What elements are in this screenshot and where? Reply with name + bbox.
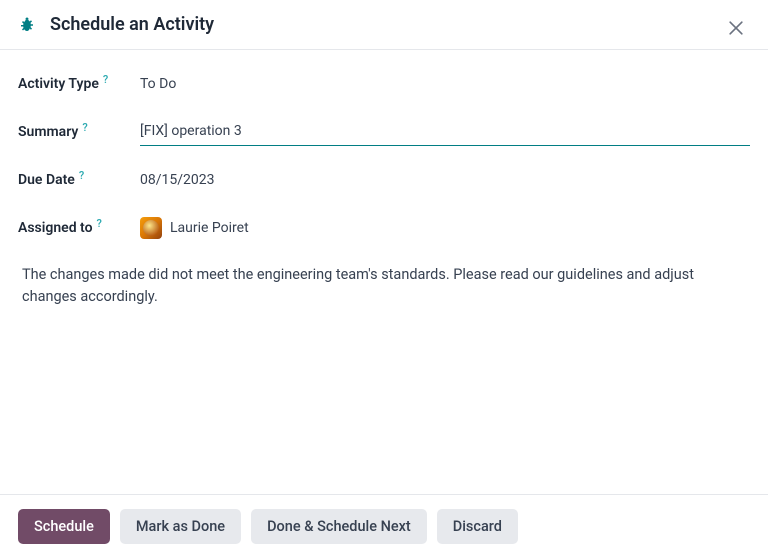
label-text: Activity Type bbox=[18, 76, 99, 92]
avatar bbox=[140, 217, 162, 239]
label-summary: Summary ? bbox=[18, 124, 140, 140]
row-summary: Summary ? bbox=[18, 118, 750, 146]
label-text: Due Date bbox=[18, 172, 75, 188]
help-icon[interactable]: ? bbox=[79, 169, 84, 182]
summary-input[interactable] bbox=[140, 119, 750, 146]
modal-title: Schedule an Activity bbox=[50, 14, 214, 35]
label-text: Summary bbox=[18, 124, 78, 140]
label-assigned-to: Assigned to ? bbox=[18, 220, 140, 236]
help-icon[interactable]: ? bbox=[97, 217, 102, 230]
help-icon[interactable]: ? bbox=[82, 121, 87, 134]
label-due-date: Due Date ? bbox=[18, 172, 140, 188]
modal-footer: Schedule Mark as Done Done & Schedule Ne… bbox=[0, 494, 768, 558]
close-icon bbox=[726, 18, 746, 38]
label-activity-type: Activity Type ? bbox=[18, 76, 140, 92]
schedule-button[interactable]: Schedule bbox=[18, 509, 110, 544]
discard-button[interactable]: Discard bbox=[437, 509, 518, 544]
modal-header: Schedule an Activity bbox=[0, 0, 768, 50]
row-due-date: Due Date ? 08/15/2023 bbox=[18, 166, 750, 194]
close-button[interactable] bbox=[722, 14, 750, 42]
modal-body: Activity Type ? To Do Summary ? Due Date… bbox=[0, 50, 768, 494]
activity-type-field[interactable]: To Do bbox=[140, 76, 750, 92]
due-date-field[interactable]: 08/15/2023 bbox=[140, 172, 750, 188]
assigned-to-field[interactable]: Laurie Poiret bbox=[140, 217, 750, 239]
bug-icon bbox=[18, 16, 36, 34]
schedule-activity-modal: Schedule an Activity Activity Type ? To … bbox=[0, 0, 768, 558]
label-text: Assigned to bbox=[18, 220, 93, 236]
help-icon[interactable]: ? bbox=[103, 73, 108, 86]
activity-description[interactable]: The changes made did not meet the engine… bbox=[18, 262, 738, 311]
row-activity-type: Activity Type ? To Do bbox=[18, 70, 750, 98]
assignee-name: Laurie Poiret bbox=[170, 220, 249, 236]
row-assigned-to: Assigned to ? Laurie Poiret bbox=[18, 214, 750, 242]
mark-as-done-button[interactable]: Mark as Done bbox=[120, 509, 241, 544]
done-and-schedule-next-button[interactable]: Done & Schedule Next bbox=[251, 509, 427, 544]
